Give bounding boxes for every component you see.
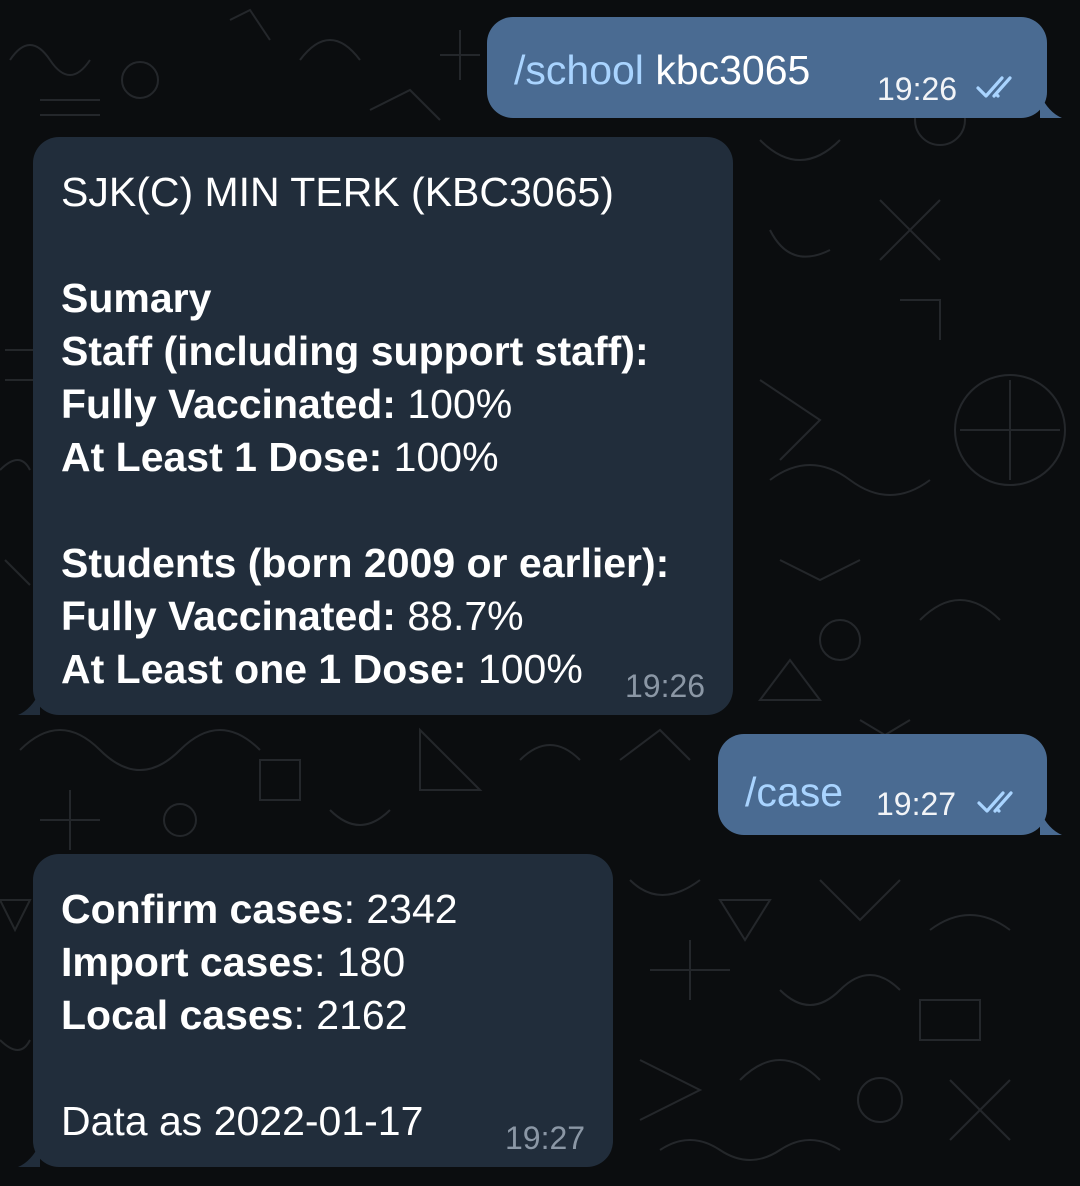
bubble-tail <box>1040 811 1062 835</box>
bubble-tail <box>18 1143 40 1167</box>
data-date: Data as 2022-01-17 <box>61 1098 424 1144</box>
students-fully-vaccinated: Fully Vaccinated: 88.7% <box>61 593 524 639</box>
message-time: 19:26 <box>877 71 958 107</box>
import-cases: Import cases: 180 <box>61 939 406 985</box>
students-at-least-1-dose: At Least one 1 Dose: 100% <box>61 646 583 692</box>
bubble-tail <box>18 691 40 715</box>
confirm-cases: Confirm cases: 2342 <box>61 886 458 932</box>
students-heading: Students (born 2009 or earlier): <box>61 540 670 586</box>
double-check-icon <box>976 76 1012 98</box>
bot-command-link[interactable]: /case <box>745 769 843 815</box>
staff-at-least-1-dose: At Least 1 Dose: 100% <box>61 434 499 480</box>
outgoing-message-case-command[interactable]: /case 19:27 <box>718 734 1047 835</box>
bot-command-link[interactable]: /school <box>514 47 644 93</box>
outgoing-message-school-command[interactable]: /school kbc3065 19:26 <box>487 17 1047 118</box>
message-time: 19:26 <box>625 668 706 704</box>
message-text: /school kbc3065 <box>514 50 810 91</box>
message-time: 19:27 <box>505 1120 586 1156</box>
staff-heading: Staff (including support staff): <box>61 328 649 374</box>
double-check-icon <box>977 791 1013 813</box>
message-time: 19:27 <box>876 786 957 822</box>
message-text: /case <box>745 772 843 813</box>
bubble-tail <box>1040 94 1062 118</box>
local-cases: Local cases: 2162 <box>61 992 408 1038</box>
school-name: SJK(C) MIN TERK (KBC3065) <box>61 169 614 215</box>
chat-message-list: /school kbc3065 19:26 SJK(C) MIN TERK (K… <box>0 0 1080 1186</box>
summary-heading: Sumary <box>61 275 212 321</box>
staff-fully-vaccinated: Fully Vaccinated: 100% <box>61 381 513 427</box>
command-argument: kbc3065 <box>643 47 811 93</box>
